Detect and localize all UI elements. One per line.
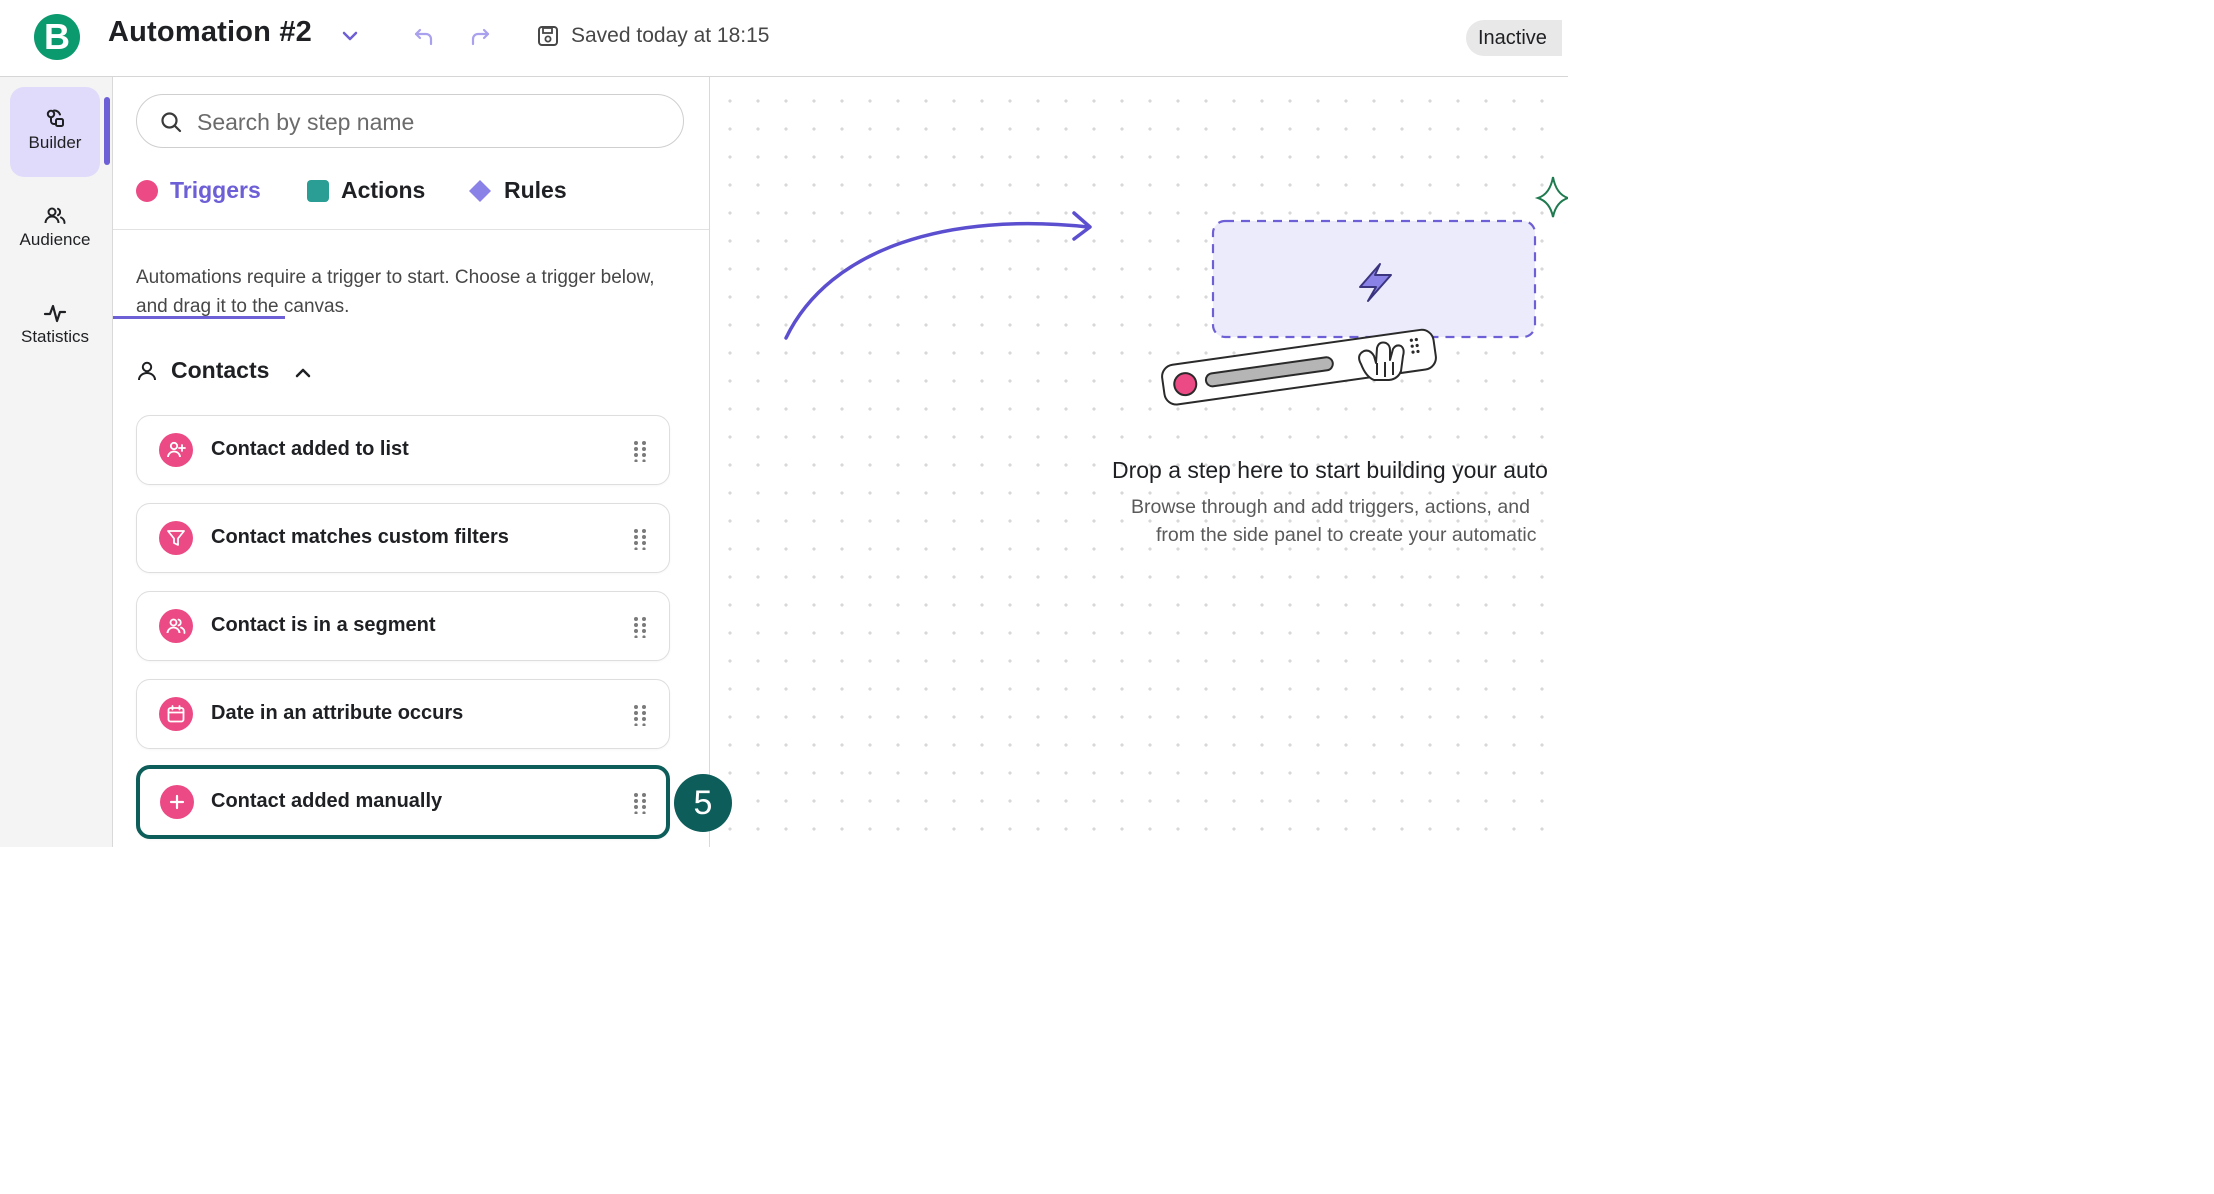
tab-rules[interactable]: Rules — [469, 167, 579, 229]
status-badge[interactable]: Inactive — [1466, 20, 1562, 56]
trigger-label: Contact added to list — [211, 438, 409, 460]
action-square-icon — [307, 180, 329, 202]
tab-label: Triggers — [170, 177, 261, 203]
rail-item-label: Statistics — [20, 327, 90, 346]
drag-handle-icon[interactable] — [633, 616, 647, 638]
rail-item-statistics[interactable]: Statistics — [10, 281, 100, 371]
automation-title[interactable]: Automation #2 — [108, 16, 312, 49]
trigger-label: Contact is in a segment — [211, 614, 436, 636]
empty-canvas-subtitle: Browse through and add triggers, actions… — [1131, 496, 1530, 518]
tab-label: Actions — [341, 177, 426, 203]
step-search[interactable] — [136, 94, 684, 148]
sparkle-icon — [1534, 176, 1568, 218]
tab-actions[interactable]: Actions — [307, 167, 437, 229]
trigger-card-contact-added-manually[interactable]: Contact added manually — [136, 765, 670, 839]
saved-status: Saved today at 18:15 — [571, 24, 770, 47]
rail-item-builder[interactable]: Builder — [10, 87, 100, 177]
user-plus-icon — [159, 433, 193, 467]
chevron-down-icon[interactable] — [340, 26, 360, 46]
step-type-tabs: Triggers Actions Rules — [113, 167, 709, 319]
trigger-card-contact-matches-filters[interactable]: Contact matches custom filters — [136, 503, 670, 573]
trigger-card-contact-in-segment[interactable]: Contact is in a segment — [136, 591, 670, 661]
person-icon — [138, 361, 156, 381]
rule-diamond-icon — [469, 180, 491, 202]
empty-canvas-title: Drop a step here to start building your … — [1112, 457, 1548, 483]
brevo-logo[interactable]: B — [34, 14, 80, 60]
rail-item-label: Audience — [19, 230, 91, 249]
automation-builder-page: B Automation #2 Saved today at 18:15 Ina… — [0, 0, 1568, 847]
builder-icon — [46, 109, 64, 127]
drag-handle-icon[interactable] — [633, 704, 647, 726]
audience-icon — [44, 207, 66, 224]
trigger-label: Date in an attribute occurs — [211, 702, 464, 724]
calendar-icon — [159, 697, 193, 731]
drag-handle-icon[interactable] — [633, 792, 647, 814]
search-icon — [161, 112, 182, 133]
trigger-card-contact-added-to-list[interactable]: Contact added to list — [136, 415, 670, 485]
statistics-icon — [43, 304, 67, 323]
users-icon — [159, 609, 193, 643]
steps-side-panel: Triggers Actions Rules Automations requi… — [113, 77, 710, 847]
trigger-label: Contact matches custom filters — [211, 526, 509, 548]
trigger-label: Contact added manually — [211, 790, 443, 812]
tab-label: Rules — [504, 177, 567, 203]
top-bar: B Automation #2 Saved today at 18:15 Ina… — [0, 0, 1568, 77]
plus-icon — [160, 785, 194, 819]
undo-icon[interactable] — [412, 25, 436, 49]
rail-item-label: Builder — [28, 133, 82, 152]
empty-canvas-subtitle: from the side panel to create your autom… — [1156, 524, 1537, 546]
redo-icon[interactable] — [468, 25, 492, 49]
drag-handle-icon[interactable] — [633, 528, 647, 550]
drag-handle-icon[interactable] — [633, 440, 647, 462]
rail-item-audience[interactable]: Audience — [10, 184, 100, 274]
chevron-up-icon[interactable] — [293, 363, 313, 383]
save-icon — [538, 26, 558, 46]
search-input[interactable] — [195, 105, 669, 139]
active-rail-indicator — [104, 97, 110, 165]
trigger-intro-text: Automations require a trigger to start. … — [136, 267, 655, 317]
section-title: Contacts — [171, 357, 270, 383]
trigger-card-date-in-attribute[interactable]: Date in an attribute occurs — [136, 679, 670, 749]
trigger-dot-icon — [136, 180, 158, 202]
step-number-badge: 5 — [674, 774, 732, 832]
workflow-canvas[interactable]: Drop a step here to start building your … — [710, 77, 1568, 847]
tab-triggers[interactable]: Triggers — [136, 167, 276, 229]
curved-arrow-icon — [784, 221, 1090, 340]
filter-icon — [159, 521, 193, 555]
